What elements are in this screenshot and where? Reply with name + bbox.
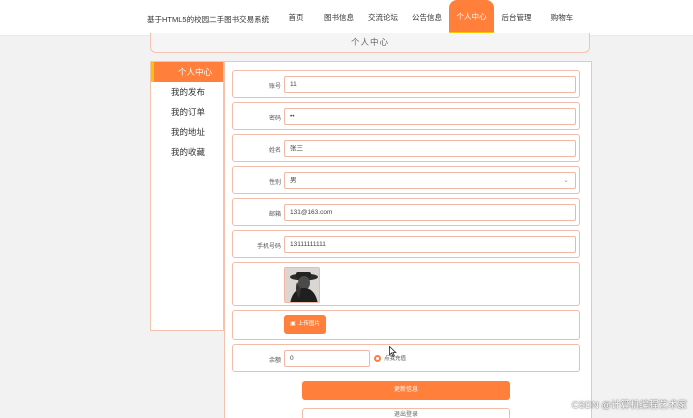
upload-image-label: 上传图片	[297, 321, 320, 327]
email-label: 邮箱	[268, 212, 281, 218]
nav-announcements[interactable]: 公告信息	[405, 0, 449, 36]
sidebar-item-my-address[interactable]: 我的地址	[151, 122, 223, 142]
nav-forum[interactable]: 交流论坛	[361, 0, 405, 36]
radio-icon	[374, 355, 381, 363]
phone-field[interactable]: 13111111111	[284, 236, 576, 253]
balance-field[interactable]: 0	[284, 350, 370, 367]
account-field[interactable]: 11	[284, 76, 576, 93]
name-row: 姓名 张三	[232, 134, 580, 162]
mouse-cursor-icon	[389, 344, 397, 362]
email-field[interactable]: 131@163.com	[284, 204, 576, 221]
top-navbar: 基于HTML5的校园二手图书交易系统 首页 图书信息 交流论坛 公告信息 个人中…	[0, 0, 693, 36]
account-row: 账号 11	[232, 70, 580, 98]
password-field[interactable]: ••	[284, 108, 576, 125]
avatar-row	[232, 262, 580, 306]
sidebar: 个人中心 我的发布 我的订单 我的地址 我的收藏	[150, 61, 224, 331]
page-title: 个人中心	[150, 33, 590, 53]
nav-admin[interactable]: 后台管理	[494, 0, 539, 36]
upload-image-button[interactable]: ▣ 上传图片	[284, 315, 326, 334]
camera-icon: ▣	[290, 321, 296, 327]
avatar	[284, 267, 320, 303]
site-title: 基于HTML5的校园二手图书交易系统	[147, 15, 270, 24]
upload-row: ▣ 上传图片	[232, 310, 580, 340]
nav-home[interactable]: 首页	[275, 0, 317, 36]
gender-select[interactable]: 男 ⌄	[284, 172, 576, 189]
sidebar-item-my-posts[interactable]: 我的发布	[151, 82, 223, 102]
password-label: 密码	[268, 116, 281, 122]
balance-row: 余额 0 点我充值	[232, 344, 580, 372]
name-label: 姓名	[268, 148, 281, 154]
sidebar-item-personal-center[interactable]: 个人中心	[151, 62, 223, 82]
email-row: 邮箱 131@163.com	[232, 198, 580, 226]
chevron-down-icon: ⌄	[563, 177, 569, 184]
nav-cart[interactable]: 购物车	[539, 0, 585, 36]
sidebar-item-my-orders[interactable]: 我的订单	[151, 102, 223, 122]
logout-button[interactable]: 退出登录	[302, 408, 510, 418]
gender-label: 性别	[268, 180, 281, 186]
watermark: CSDN @计算机编程艺术家	[571, 400, 687, 411]
gender-row: 性别 男 ⌄	[232, 166, 580, 194]
sidebar-item-my-favorites[interactable]: 我的收藏	[151, 142, 223, 162]
update-info-button[interactable]: 更新信息	[302, 381, 510, 400]
nav-personal-center[interactable]: 个人中心	[449, 0, 494, 35]
main-nav: 首页 图书信息 交流论坛 公告信息 个人中心 后台管理 购物车	[275, 0, 585, 36]
balance-label: 余额	[268, 358, 281, 364]
phone-label: 手机号码	[256, 244, 281, 250]
name-field[interactable]: 张三	[284, 140, 576, 157]
account-label: 账号	[268, 84, 281, 90]
phone-row: 手机号码 13111111111	[232, 230, 580, 258]
gender-value: 男	[290, 177, 297, 184]
password-row: 密码 ••	[232, 102, 580, 130]
nav-book-info[interactable]: 图书信息	[317, 0, 361, 36]
